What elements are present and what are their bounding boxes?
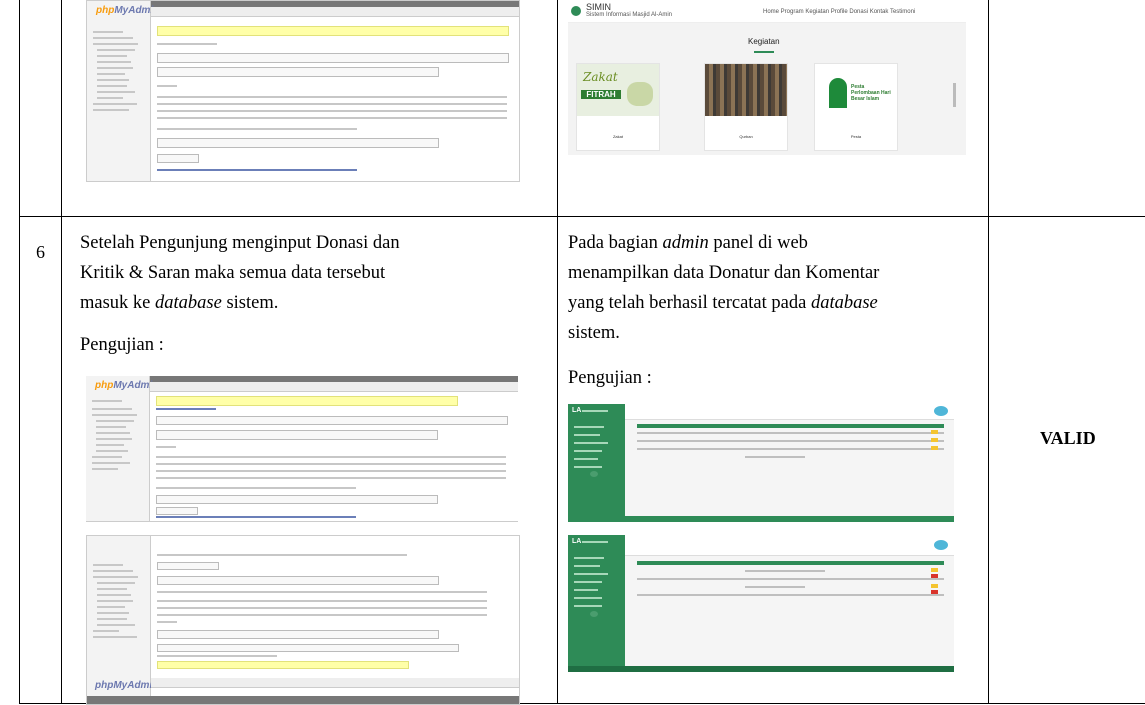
admin-header-2 — [625, 535, 954, 556]
left-desc-line-3a: masuk ke — [80, 293, 156, 313]
phpmyadmin-screenshot-kritik: phpMyAdmin — [86, 535, 520, 705]
pma-success-msg — [157, 26, 509, 36]
phpmyadmin-screenshot-donasi: phpMyAdmin — [86, 376, 518, 522]
right-desc-admin: admin — [662, 233, 709, 253]
site-subtitle: Sistem Informasi Masjid Al-Amin — [586, 12, 673, 18]
card-zakat-caption: Zakat — [612, 134, 623, 139]
right-test-label: Pengujian : — [568, 368, 652, 388]
left-desc-line-3: masuk ke database sistem. — [80, 288, 550, 318]
section-title: Kegiatan — [748, 37, 780, 46]
admin-content-2 — [625, 556, 954, 666]
pma-tabs — [151, 7, 519, 17]
mosque-icon — [829, 78, 847, 108]
result-valid: VALID — [1040, 428, 1096, 448]
pma-logo-2: phpMyAdmin — [95, 380, 158, 391]
admin-donatur-screenshot: LA — [568, 404, 954, 522]
pma-sidebar-3: phpMyAdmin — [87, 536, 158, 704]
pesta-text: Pesta Perlombaan Hari Besar Islam — [851, 84, 891, 102]
admin-brand-2: LA — [572, 538, 582, 545]
table-header-2 — [637, 561, 944, 565]
right-desc-line-1c: panel di web — [708, 233, 808, 253]
site-header: SIMIN Sistem Informasi Masjid Al-Amin Ho… — [568, 0, 966, 23]
left-desc-database: database — [155, 293, 222, 313]
pma-tabs-3 — [151, 678, 519, 688]
right-description: Pada bagian admin panel di web menampilk… — [568, 228, 983, 348]
right-desc-line-2: menampilkan data Donatur dan Komentar — [568, 263, 880, 283]
left-desc-line-1: Setelah Pengunjung menginput Donasi dan — [80, 233, 400, 253]
pma-success-msg-3 — [157, 661, 409, 669]
table-header — [637, 424, 944, 428]
table-border-col1 — [61, 0, 62, 704]
pma-tabs-2 — [150, 382, 518, 392]
pma-sidebar: phpMyAdmin — [87, 1, 159, 181]
admin-sidebar-2: LA — [568, 535, 625, 672]
admin-content — [625, 420, 954, 516]
fitrah-text: FITRAH — [581, 90, 621, 99]
card-qurban-caption: Qurban — [739, 134, 753, 139]
left-desc-line-2: Kritik & Saran maka semua data tersebut — [80, 263, 386, 283]
admin-footer-2 — [568, 666, 954, 672]
left-test-label: Pengujian : — [80, 335, 164, 355]
pma-sidebar-2: phpMyAdmin — [86, 376, 158, 521]
right-desc-line-4: sistem. — [568, 323, 620, 343]
pma-logo-2-php: php — [95, 380, 114, 391]
pma-logo-php: php — [96, 5, 115, 16]
sidebar-toggle-icon[interactable] — [590, 471, 598, 477]
card-pesta[interactable]: Pesta Perlombaan Hari Besar Islam Pesta — [814, 63, 898, 151]
table-border-col3 — [988, 0, 989, 704]
card-pesta-caption: Pesta — [850, 134, 862, 139]
phpmyadmin-screenshot-top: phpMyAdmin — [86, 0, 520, 182]
right-desc-line-1a: Pada bagian — [568, 233, 663, 253]
website-kegiatan-screenshot: SIMIN Sistem Informasi Masjid Al-Amin Ho… — [568, 0, 966, 155]
site-logo-icon — [571, 6, 581, 16]
table-border-col2 — [557, 0, 558, 704]
card-zakat-image: Zakat FITRAH — [577, 64, 659, 116]
row-number: 6 — [36, 242, 45, 262]
user-avatar[interactable] — [934, 406, 948, 416]
card-qurban[interactable]: Qurban — [704, 63, 788, 151]
card-qurban-image — [705, 64, 787, 116]
site-title: SIMIN — [586, 2, 612, 12]
site-body: Kegiatan Zakat FITRAH Zakat Qurban Pesta… — [568, 23, 966, 155]
user-avatar-2[interactable] — [934, 540, 948, 550]
admin-footer — [625, 516, 954, 522]
admin-header — [625, 404, 954, 420]
pma-logo-bottom: phpMyAdmin — [95, 680, 159, 691]
sidebar-toggle-icon-2[interactable] — [590, 611, 598, 617]
table-border-left — [19, 0, 20, 704]
admin-sidebar: LA — [568, 404, 625, 522]
right-desc-line-1: Pada bagian admin panel di web — [568, 228, 983, 258]
admin-brand: LA — [572, 407, 582, 414]
table-border-row — [19, 216, 1145, 217]
zakat-text: Zakat — [583, 70, 618, 84]
left-description: Setelah Pengunjung menginput Donasi dan … — [80, 228, 550, 318]
left-desc-line-3c: sistem. — [221, 293, 279, 313]
card-zakat[interactable]: Zakat FITRAH Zakat — [576, 63, 660, 151]
pma-success-msg-2 — [156, 396, 458, 406]
status-bar — [87, 696, 519, 704]
admin-komentar-screenshot: LA — [568, 535, 954, 672]
pma-logo: phpMyAdmin — [96, 5, 159, 16]
right-desc-line-3a: yang telah berhasil tercatat pada — [568, 293, 811, 313]
right-desc-database: database — [810, 293, 878, 313]
right-desc-line-3: yang telah berhasil tercatat pada databa… — [568, 288, 983, 318]
site-nav: Home Program Kegiatan Profile Donasi Kon… — [763, 9, 916, 15]
card-pesta-image: Pesta Perlombaan Hari Besar Islam — [815, 64, 897, 116]
